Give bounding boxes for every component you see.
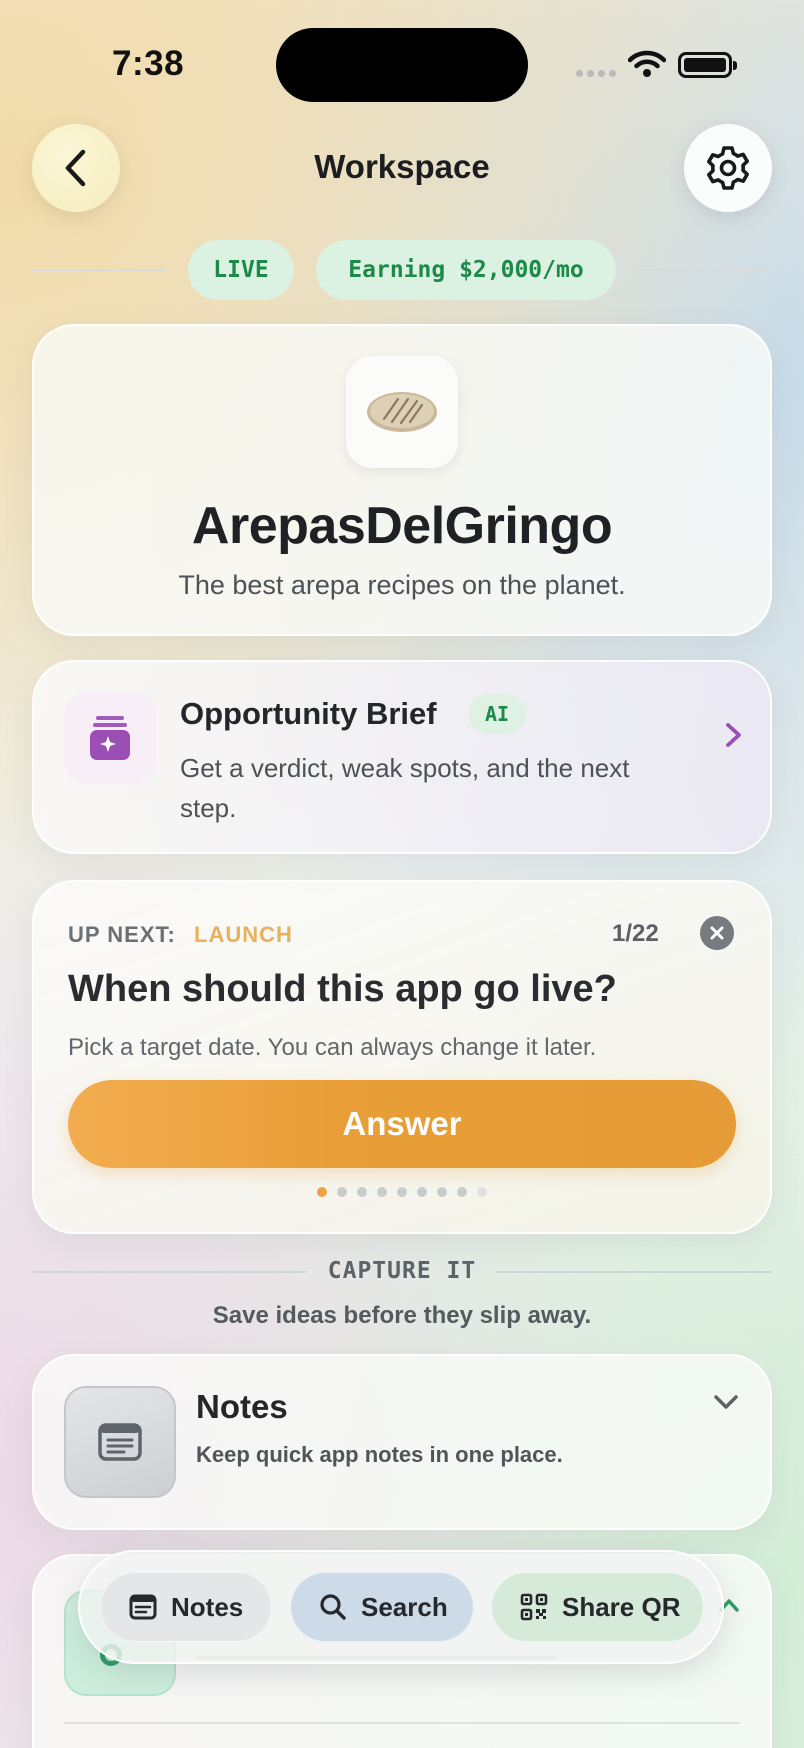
close-icon: [710, 926, 724, 940]
wifi-icon: [628, 50, 666, 77]
page-dot: [317, 1187, 327, 1197]
app-icon: [346, 356, 458, 468]
dock-notes-label: Notes: [171, 1591, 244, 1622]
sparkle-box-icon: [90, 716, 130, 760]
dynamic-island: [276, 28, 528, 102]
brief-icon-tile: [64, 692, 156, 784]
notes-icon-tile: [64, 1386, 176, 1498]
notes-doc-icon: [98, 1423, 142, 1461]
answer-button[interactable]: Answer: [68, 1080, 736, 1168]
dock-share-qr-label: Share QR: [562, 1591, 681, 1622]
divider-right: [636, 269, 772, 271]
live-badge: LIVE: [188, 240, 294, 300]
notes-subtitle: Keep quick app notes in one place.: [196, 1442, 563, 1467]
page-dot: [377, 1187, 387, 1197]
notes-icon: [129, 1594, 157, 1620]
status-time: 7:38: [112, 44, 185, 83]
up-next-phase: LAUNCH: [194, 922, 293, 947]
up-next-question: When should this app go live?: [68, 968, 617, 1010]
search-icon: [320, 1594, 346, 1620]
app-name: ArepasDelGringo: [191, 497, 613, 555]
notes-title: Notes: [196, 1388, 288, 1425]
app-tagline: The best arepa recipes on the planet.: [178, 570, 626, 600]
section-subtitle: Save ideas before they slip away.: [212, 1302, 592, 1329]
page-dot: [437, 1187, 447, 1197]
dock-share-qr-button[interactable]: Share QR: [491, 1572, 704, 1642]
brief-description: Get a verdict, weak spots, and the next …: [180, 753, 630, 823]
up-next-hint: Pick a target date. You can always chang…: [68, 1034, 597, 1061]
settings-button[interactable]: [684, 124, 772, 212]
chevron-right-icon: [726, 723, 741, 747]
brief-title: Opportunity Brief: [180, 696, 437, 731]
page-dot: [397, 1187, 407, 1197]
arepa-icon: [367, 392, 437, 432]
divider-left: [32, 269, 166, 271]
page-dot: [477, 1187, 487, 1197]
page-dot: [457, 1187, 467, 1197]
chevron-down-icon[interactable]: [712, 1392, 740, 1412]
signal-icon: [576, 70, 616, 77]
up-next-label: UP NEXT:: [68, 922, 176, 947]
ai-badge: AI: [468, 694, 526, 734]
secondary-card-divider: [64, 1722, 740, 1724]
page-dot: [337, 1187, 347, 1197]
question-counter: 1/22: [612, 920, 659, 947]
page-dot: [357, 1187, 367, 1197]
gear-icon: [707, 146, 749, 190]
page-dot: [417, 1187, 427, 1197]
earning-badge: Earning $2,000/mo: [316, 240, 616, 300]
dock-search-button[interactable]: Search: [290, 1572, 474, 1642]
capture-divider-right: [496, 1271, 772, 1273]
dismiss-button[interactable]: [700, 916, 734, 950]
qr-icon: [520, 1593, 548, 1621]
dock-search-label: Search: [361, 1591, 448, 1622]
dock-notes-button[interactable]: Notes: [100, 1572, 272, 1642]
page-indicator: [0, 1187, 804, 1197]
battery-icon: [678, 52, 737, 78]
